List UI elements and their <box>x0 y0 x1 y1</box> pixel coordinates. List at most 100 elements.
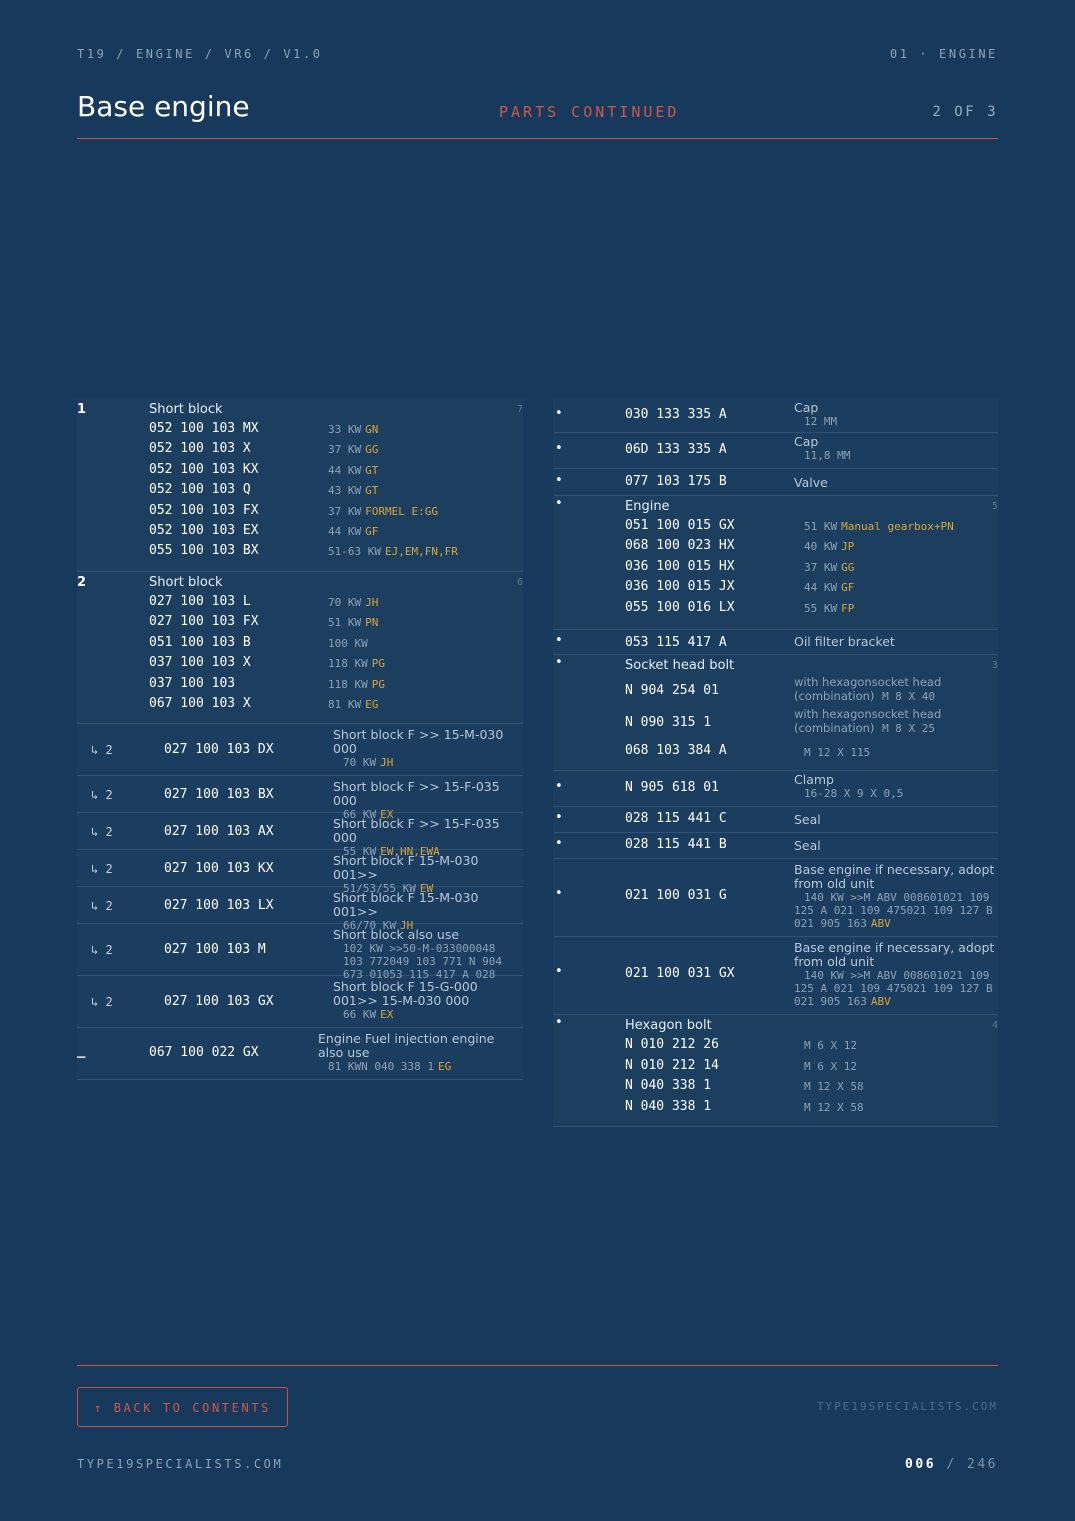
part-row: • N 905 618 01 Clamp 16-28 X 9 X 0,5 <box>553 771 998 807</box>
part-spec: 16-28 X 9 X 0,5 <box>804 787 904 800</box>
group-number: 2 <box>77 575 87 590</box>
part-number: 027 100 103 L <box>149 594 251 609</box>
part-description: Valve <box>794 475 828 490</box>
base-engine-list: • 021 100 031 G Base engine if necessary, … <box>553 859 998 1015</box>
part-row: 052 100 103 FX 37 KW FORMEL E:GG <box>77 501 523 521</box>
footer-site-link[interactable]: TYPE19SPECIALISTS.COM <box>817 1400 998 1413</box>
sub-part-row: ↳ 2 027 100 103 GX Short block F 15-G-000 … <box>77 976 523 1028</box>
engine-code: FP <box>841 601 855 615</box>
part-number: 030 133 335 A <box>625 407 727 422</box>
engine-code: JH <box>365 596 379 609</box>
top-bar: T19 / ENGINE / VR6 / V1.0 01 · ENGINE <box>77 47 998 65</box>
part-number: 027 100 103 M <box>164 942 266 957</box>
part-number: 068 100 023 HX <box>625 538 735 554</box>
part-number: 077 103 175 B <box>625 474 727 489</box>
row-ref: ↳ 2 <box>91 788 113 802</box>
row-bullet: • <box>555 406 563 421</box>
part-number: 027 100 103 FX <box>149 614 259 630</box>
power-spec: 118 KW PG <box>328 657 385 670</box>
engine-code: ABV <box>870 995 891 1008</box>
row-ref: ↳ 2 <box>91 899 113 913</box>
part-description: Short block F >> 15-F-035 000 <box>333 779 500 808</box>
row-ref: ↳ 2 <box>91 943 113 957</box>
part-number: 027 100 103 GX <box>164 994 274 1009</box>
power-spec: 44 KW GT <box>328 464 378 477</box>
sub-part-row: ↳ 2 027 100 103 DX Short block F >> 15-M-0… <box>77 724 523 776</box>
dash-row: – 067 100 022 GX Engine Fuel injection e… <box>77 1028 523 1080</box>
part-number: 028 115 441 B <box>625 837 727 852</box>
part-row: 067 100 103 X 81 KW EG <box>77 694 523 714</box>
engine-code: GT <box>365 484 379 498</box>
part-spec: 140 KW >>M ABV 008601021 109 125 A 021 1… <box>794 969 998 1008</box>
part-number: 028 115 441 C <box>625 811 727 826</box>
part-number: N 040 338 1 <box>625 1099 712 1115</box>
part-row: 068 103 384 A M 12 X 115 <box>553 739 998 765</box>
sub-part-row: ↳ 2 027 100 103 AX Short block F >> 15-F-0… <box>77 813 523 858</box>
part-row: 052 100 103 X 37 KW GG <box>77 439 523 459</box>
bolt-size: M 6 X 12 <box>804 1039 857 1052</box>
power-spec: 37 KW GG <box>328 443 378 456</box>
part-row: • 028 115 441 B Seal <box>553 833 998 859</box>
part-number: N 905 618 01 <box>625 780 719 795</box>
power-spec: 44 KW GF <box>804 581 854 594</box>
power-spec: 37 KW FORMEL E:GG <box>328 505 438 518</box>
part-spec: 12 MM <box>804 415 838 428</box>
spec-value: 66 KW <box>343 1008 377 1021</box>
part-group-socket: • Socket head bolt 3 N 904 254 01 with he… <box>553 655 998 771</box>
back-to-contents-button[interactable]: ↑ BACK TO CONTENTS <box>77 1387 288 1427</box>
part-detail: Base engine if necessary, adopt from old… <box>794 940 998 1009</box>
page-title: Base engine <box>77 90 250 123</box>
part-description: Seal <box>794 812 821 827</box>
power-spec: 81 KW EG <box>328 698 378 711</box>
sub-part-row: ↳ 2 027 100 103 KX Short block F 15-M-030 … <box>77 850 523 895</box>
spec-value: 70 KW <box>343 756 377 769</box>
part-description: Base engine if necessary, adopt from old… <box>794 940 995 969</box>
part-number: 027 100 103 DX <box>164 742 274 757</box>
footer-site: TYPE19SPECIALISTS.COM <box>77 1457 284 1471</box>
power-value: 55 KW <box>804 601 838 615</box>
row-ref: ↳ 2 <box>91 825 113 839</box>
part-number: 052 100 103 FX <box>149 502 259 518</box>
part-number: N 904 254 01 <box>625 683 719 698</box>
part-number: 027 100 103 KX <box>164 861 274 876</box>
part-row: 068 100 023 HX 40 KW JP <box>553 536 998 556</box>
power-value: 37 KW <box>804 560 838 574</box>
row-bullet: • <box>555 655 563 670</box>
part-row: 051 100 103 B 100 KW <box>77 633 523 653</box>
part-number: 027 100 103 LX <box>164 898 274 913</box>
row-bullet: • <box>555 810 563 825</box>
bolt-size: M 8 X 25 <box>882 722 936 735</box>
power-value: 70 KW <box>328 596 362 609</box>
part-number: 037 100 103 X <box>149 655 251 671</box>
row-bullet: • <box>555 836 563 851</box>
part-row: 052 100 103 MX 33 KW GN <box>77 419 523 439</box>
section-label: 01 · ENGINE <box>889 47 998 61</box>
right-row-list: • 030 133 335 A Cap 12 MM • 06D 133 335 A Cap 1… <box>553 399 998 496</box>
power-value: 44 KW <box>804 581 838 595</box>
part-row: • 028 115 441 C Seal <box>553 807 998 833</box>
sub-part-row: ↳ 2 027 100 103 BX Short block F >> 15-F-0… <box>77 776 523 821</box>
part-description: Short block F 15-M-030 001>> <box>333 890 479 919</box>
page-subtitle: PARTS CONTINUED <box>499 103 680 121</box>
row-bullet: • <box>555 1015 563 1030</box>
power-value: 100 KW <box>328 636 368 650</box>
power-value: 51 KW <box>804 520 838 533</box>
engine-code: JH <box>380 756 394 769</box>
group-title: Engine <box>625 499 670 514</box>
engine-code: Manual gearbox+PN <box>841 520 954 533</box>
right-row-list: • N 905 618 01 Clamp 16-28 X 9 X 0,5 • 028 11… <box>553 771 998 859</box>
part-row: 052 100 103 KX 44 KW GT <box>77 460 523 480</box>
part-number: 036 100 015 JX <box>625 579 735 595</box>
part-group: 2 Short block 6 027 100 103 L 70 KW JH 027 … <box>77 572 523 724</box>
part-row: • 06D 133 335 A Cap 11,8 MM <box>553 433 998 469</box>
part-number: 021 100 031 GX <box>625 966 735 981</box>
footer-divider <box>77 1365 998 1366</box>
part-number: 027 100 103 BX <box>164 787 274 802</box>
row-bullet: • <box>555 496 563 511</box>
row-ref: ↳ 2 <box>91 995 113 1009</box>
power-spec: 51-63 KW EJ,EM,FN,FR <box>328 545 458 558</box>
part-row: • 077 103 175 B Valve <box>553 469 998 496</box>
power-spec: 33 KW GN <box>328 423 378 436</box>
row-bullet: • <box>555 633 563 648</box>
part-row: N 040 338 1 M 12 X 58 <box>553 1076 998 1097</box>
